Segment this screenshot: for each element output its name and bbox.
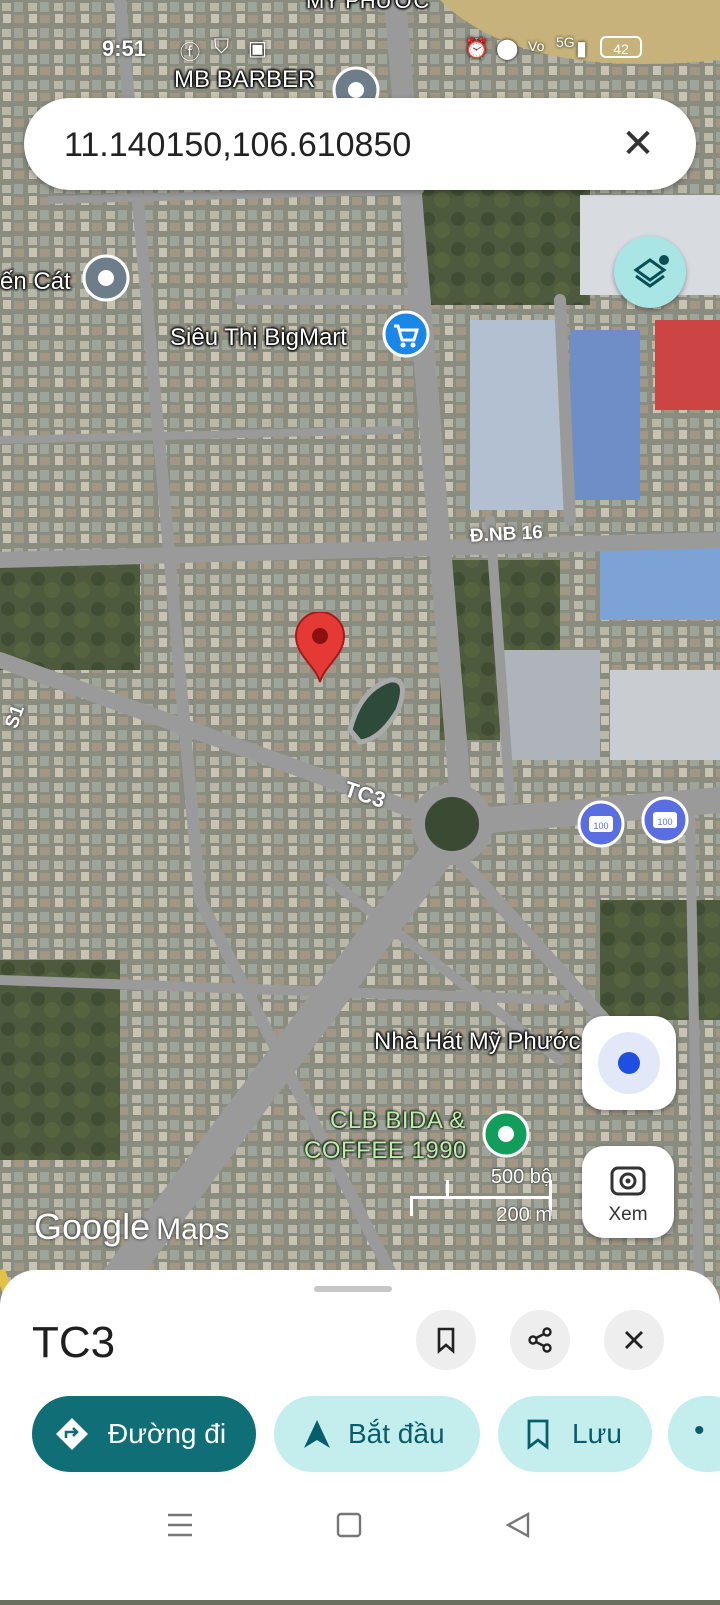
directions-icon (56, 1418, 88, 1450)
xem-label: Xem (608, 1204, 648, 1225)
share-button[interactable] (510, 1310, 570, 1370)
camera-lens-icon (610, 1166, 646, 1196)
app-icon: ▣ (248, 38, 267, 60)
scale-meters: 200 m (496, 1204, 552, 1226)
scale-tick (446, 1180, 449, 1198)
signal-icon: ▮ (576, 38, 588, 60)
map-label-ben-cat[interactable]: ến Cát (0, 268, 71, 296)
layers-button[interactable] (614, 236, 686, 308)
search-bar[interactable]: ✕ (24, 98, 696, 190)
alarm-icon: ⏰ (464, 38, 489, 60)
satellite-map[interactable]: 100 100 MỸ PHƯỚC MB BARBER ến Cát Siêu T… (0, 0, 720, 1330)
map-label-theater[interactable]: Nhà Hát Mỹ Phước (374, 1028, 581, 1056)
facebook-icon: ⓕ (180, 42, 200, 64)
bookmark-icon (437, 1327, 455, 1354)
status-time: 9:51 (102, 36, 147, 61)
close-sheet-button[interactable] (604, 1310, 664, 1370)
shopping-cart-poi-icon[interactable] (380, 310, 432, 366)
start-label: Bắt đầu (348, 1418, 445, 1449)
lens-view-button[interactable]: Xem (582, 1146, 674, 1238)
save-chip-button[interactable]: Lưu (498, 1396, 652, 1472)
system-nav-bar (0, 1490, 720, 1600)
home-icon[interactable] (336, 1512, 362, 1538)
logo-maps: Maps (156, 1213, 230, 1246)
battery-indicator: 42 (600, 36, 642, 58)
network-5g-label: 5G (556, 34, 575, 50)
billiards-cafe-poi-icon[interactable] (480, 1110, 532, 1166)
navigation-arrow-icon (304, 1420, 330, 1448)
directions-label: Đường đi (108, 1418, 227, 1449)
map-label-mb-barber[interactable]: MB BARBER (174, 66, 315, 94)
my-location-icon (618, 1052, 640, 1074)
road-label-nb16: Đ.NB 16 (469, 522, 544, 547)
volte-icon: Vo (528, 38, 545, 54)
close-icon[interactable]: ✕ (614, 120, 662, 168)
menu-icon[interactable] (168, 1513, 192, 1537)
share-icon (528, 1327, 552, 1353)
location-icon: ⬤ (496, 38, 519, 60)
more-actions-chip[interactable]: • (668, 1396, 720, 1472)
scale-line (410, 1196, 552, 1199)
directions-button[interactable]: Đường đi (32, 1396, 256, 1472)
save-round-button[interactable] (416, 1310, 476, 1370)
place-title: TC3 (32, 1318, 116, 1367)
svg-text:100: 100 (593, 821, 608, 831)
scale-feet: 500 bộ (490, 1166, 552, 1188)
search-input[interactable] (62, 116, 586, 174)
my-location-button[interactable] (582, 1016, 676, 1110)
save-label: Lưu (572, 1418, 622, 1449)
close-icon (625, 1331, 643, 1349)
map-label-bida[interactable]: CLB BIDA & COFFEE 1990 (304, 1106, 467, 1166)
google-maps-logo: Google Maps (34, 1206, 229, 1248)
more-icon: • (694, 1414, 705, 1447)
status-bar: 9:51 ⓕ ⛉ ▣ ⏰ ⬤ Vo 5G ▮ 42 (0, 24, 720, 64)
speed-camera-poi-icon[interactable]: 100 (576, 800, 626, 854)
map-label-my-phuoc: MỸ PHƯỚC (306, 0, 430, 13)
place-poi-icon[interactable] (80, 254, 132, 308)
nav-buttons (168, 1511, 530, 1539)
location-pin-icon[interactable] (294, 612, 346, 684)
bida-line-1: CLB BIDA & (330, 1107, 466, 1134)
layers-icon (633, 255, 669, 288)
start-button[interactable]: Bắt đầu (274, 1396, 480, 1472)
map-label-bigmart[interactable]: Siêu Thị BigMart (170, 324, 347, 352)
svg-text:100: 100 (657, 817, 672, 827)
shield-icon: ⛉ (214, 36, 229, 58)
bookmark-icon (527, 1419, 549, 1450)
scale-tick (410, 1196, 413, 1216)
drag-handle[interactable] (314, 1286, 392, 1292)
scale-bar: 500 bộ 200 m (410, 1162, 560, 1232)
speed-camera-poi-icon-2[interactable]: 100 (640, 796, 690, 850)
back-icon[interactable] (505, 1511, 530, 1539)
logo-google: Google (34, 1206, 151, 1247)
